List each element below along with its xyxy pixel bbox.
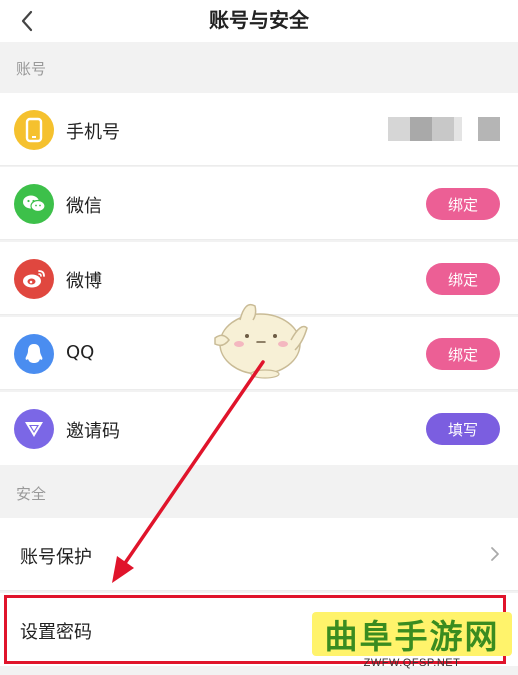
invite-code-row[interactable]: 邀请码 填写 xyxy=(0,392,518,465)
invite-code-icon xyxy=(14,409,54,449)
section-label-account: 账号 xyxy=(16,60,47,78)
bind-wechat-button[interactable]: 绑定 xyxy=(426,188,500,220)
chevron-right-icon xyxy=(491,547,499,561)
weibo-label: 微博 xyxy=(66,271,102,292)
account-protection-row[interactable]: 账号保护 xyxy=(0,518,518,591)
phone-label: 手机号 xyxy=(66,122,120,143)
section-label-security: 安全 xyxy=(16,485,47,503)
phone-row[interactable]: 手机号 xyxy=(0,93,518,166)
watermark: 曲阜手游网 ZWFW.QFSP.NET xyxy=(312,612,512,670)
bind-weibo-button[interactable]: 绑定 xyxy=(426,263,500,295)
set-password-label: 设置密码 xyxy=(20,622,92,643)
watermark-logo: 曲阜手游网 xyxy=(312,612,512,656)
watermark-url: ZWFW.QFSP.NET xyxy=(363,657,461,669)
top-nav-bar: 账号与安全 xyxy=(0,0,518,42)
invite-code-label: 邀请码 xyxy=(66,421,120,442)
wechat-icon xyxy=(14,184,54,224)
fill-invite-code-button[interactable]: 填写 xyxy=(426,413,500,445)
weibo-icon xyxy=(14,259,54,299)
masked-phone-number xyxy=(388,117,500,141)
account-protection-label: 账号保护 xyxy=(20,547,92,568)
qq-icon xyxy=(14,334,54,374)
bind-qq-button[interactable]: 绑定 xyxy=(426,338,500,370)
phone-icon xyxy=(14,110,54,150)
wechat-row[interactable]: 微信 绑定 xyxy=(0,167,518,240)
page-title: 账号与安全 xyxy=(209,8,309,32)
qq-label: QQ xyxy=(66,342,95,363)
wechat-label: 微信 xyxy=(66,196,102,217)
mascot-sticker xyxy=(214,303,308,379)
